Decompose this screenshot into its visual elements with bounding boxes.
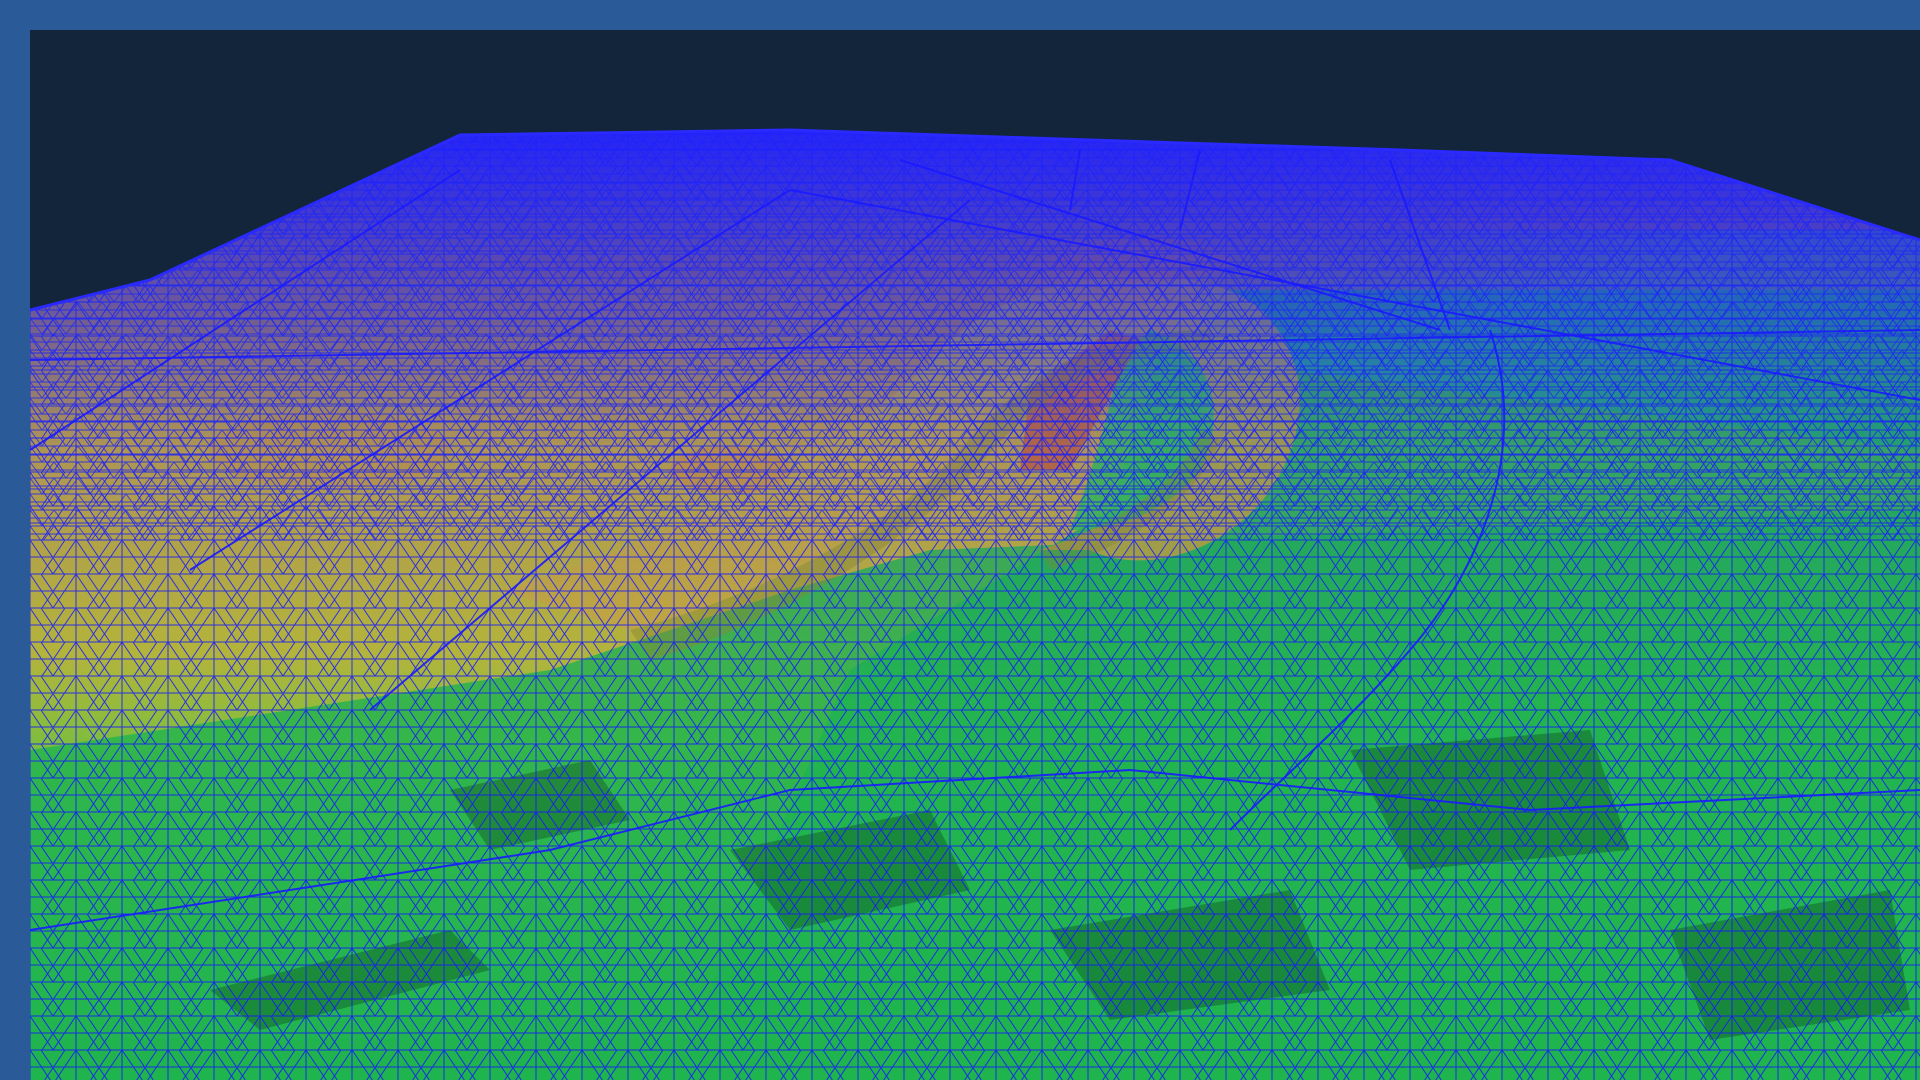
terrain-scene [30,128,1920,1080]
viewport-frame [0,0,1920,1080]
3d-viewport[interactable] [30,30,1920,1080]
